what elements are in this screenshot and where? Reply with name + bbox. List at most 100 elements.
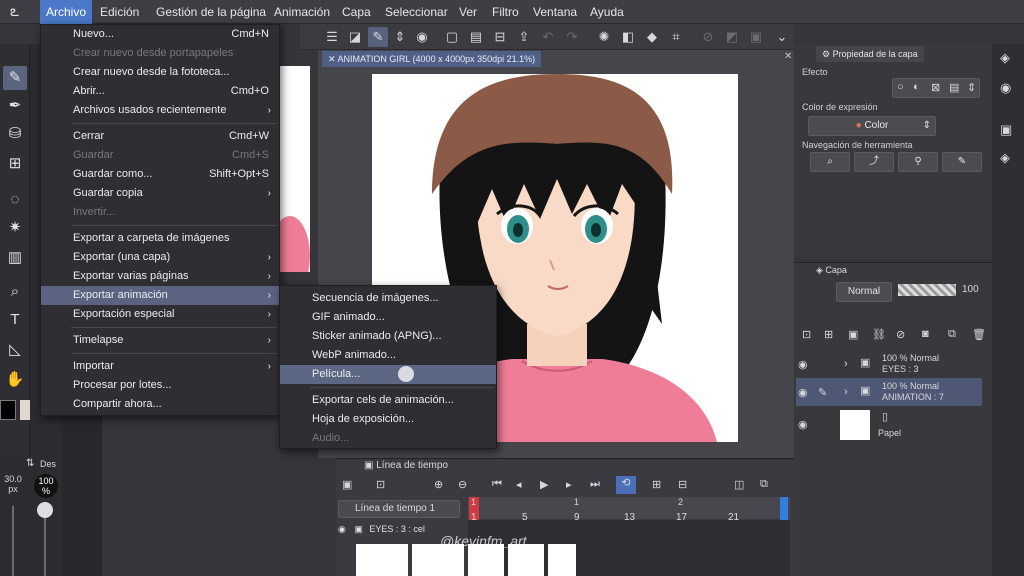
menu-seleccionar[interactable]: Seleccionar — [379, 0, 454, 24]
stepper-icon[interactable]: ⇕ — [390, 27, 410, 47]
layer-color-effect-icon[interactable]: ▤ — [949, 81, 959, 94]
tone-effect-icon[interactable]: ◐ — [913, 81, 920, 93]
invert-selection-icon[interactable]: ◩ — [722, 27, 742, 47]
grid-tool-icon[interactable]: ⊞ — [3, 152, 27, 176]
submenu-item-webp[interactable]: WebP animado... — [280, 346, 496, 365]
submenu-item-pelicula[interactable]: Película... — [280, 365, 496, 384]
opacity-slider[interactable] — [898, 284, 956, 296]
timeline-select[interactable]: Línea de tiempo 1 — [338, 500, 460, 518]
new-vector-layer-icon[interactable]: ⊞ — [824, 328, 833, 341]
menu-item-nuevo[interactable]: Nuevo... Cmd+N — [41, 25, 279, 44]
export-icon[interactable]: ⇪ — [514, 27, 534, 47]
menu-item-importar[interactable]: Importar › — [41, 357, 279, 376]
brush-size-slider[interactable] — [12, 506, 14, 576]
menu-capa[interactable]: Capa — [336, 0, 377, 24]
brush-opacity-display[interactable]: 100 % — [34, 474, 58, 498]
nav-tool-1[interactable]: ⌕ — [810, 152, 850, 172]
layer-row-eyes[interactable]: ◉ › ▣ 100 % Normal EYES : 3 — [796, 350, 982, 378]
menu-archivo[interactable]: Archivo — [40, 0, 93, 24]
expand-chevron-icon[interactable]: › — [844, 358, 848, 370]
layers-dock-icon[interactable]: ◈ — [1000, 150, 1010, 166]
deselect-icon[interactable]: ⊘ — [698, 27, 718, 47]
shape-tool-icon[interactable]: ◺ — [3, 338, 27, 362]
hand-tool-icon[interactable]: ✋ — [3, 368, 27, 392]
menu-item-guardar-copia[interactable]: Guardar copia › — [41, 184, 279, 203]
new-folder-icon[interactable]: ▣ — [848, 328, 858, 341]
link-icon[interactable]: ⛓ — [872, 328, 886, 341]
brush-tool-icon[interactable]: ✒ — [3, 94, 27, 118]
redo-icon[interactable]: ↷ — [562, 27, 582, 47]
thumbnail-5[interactable] — [548, 544, 576, 576]
thumbnail-1[interactable] — [356, 544, 408, 576]
next-frame-icon[interactable]: ▸ — [566, 478, 572, 491]
blend-mode-select[interactable]: Normal — [836, 282, 892, 302]
timeline-title[interactable]: ▣ Línea de tiempo — [364, 460, 448, 471]
menu-item-recientes[interactable]: Archivos usados recientemente › — [41, 101, 279, 120]
selection-border-icon[interactable]: ▣ — [746, 27, 766, 47]
chevron-down-icon[interactable]: ⌄ — [772, 27, 792, 47]
visibility-eye-icon[interactable]: ◉ — [798, 358, 808, 371]
open-folder-icon[interactable]: ▤ — [466, 27, 486, 47]
mask-icon[interactable]: ◙ — [922, 328, 929, 340]
gradient-tool-icon[interactable]: ▥ — [3, 246, 27, 270]
magic-wand-icon[interactable]: ✷ — [3, 216, 27, 240]
document-tab[interactable]: ✕ ANIMATION GIRL (4000 x 4000px 350dpi 2… — [322, 51, 542, 67]
layer-row-paper[interactable]: ◉ ▯ Papel — [796, 408, 982, 442]
last-frame-icon[interactable]: ⏭ — [590, 478, 600, 491]
menu-animacion[interactable]: Animación — [268, 0, 336, 24]
brush-settings-icon[interactable]: ⇅ — [26, 458, 34, 469]
menu-item-exportacion-especial[interactable]: Exportación especial › — [41, 305, 279, 324]
menu-item-compartir[interactable]: Compartir ahora... — [41, 395, 279, 414]
submenu-item-secuencia[interactable]: Secuencia de imágenes... — [280, 289, 496, 308]
zoom-out-icon[interactable]: ⊖ — [458, 478, 467, 491]
foreground-color-swatch[interactable] — [0, 400, 16, 420]
menu-item-exportar-varias[interactable]: Exportar varias páginas › — [41, 267, 279, 286]
brush-size-display[interactable]: 30.0 px — [1, 474, 25, 498]
menu-item-exportar-una-capa[interactable]: Exportar (una capa) › — [41, 248, 279, 267]
brush-tab[interactable]: Des — [40, 459, 56, 469]
submenu-item-apng[interactable]: Sticker animado (APNG)... — [280, 327, 496, 346]
pen-tool-icon[interactable]: ✎ — [3, 66, 27, 90]
loop-icon[interactable]: ⟲ — [616, 476, 636, 494]
new-file-icon[interactable]: ▢ — [442, 27, 462, 47]
layers-tab[interactable]: ◈ Capa — [816, 265, 847, 276]
undo-icon[interactable]: ↶ — [538, 27, 558, 47]
menu-filtro[interactable]: Filtro — [486, 0, 525, 24]
fill-tool-icon[interactable]: ⛁ — [3, 122, 27, 146]
layer-property-tab[interactable]: ⚙ Propiedad de la capa — [816, 46, 924, 62]
new-raster-layer-icon[interactable]: ⊡ — [802, 328, 811, 341]
visibility-eye-icon[interactable]: ◉ — [338, 524, 346, 534]
menu-item-exportar-animacion[interactable]: Exportar animación › — [41, 286, 279, 305]
new-timeline-icon[interactable]: ▣ — [342, 478, 352, 491]
assign-cel-icon[interactable]: ⊟ — [678, 478, 687, 491]
menu-gestion-pagina[interactable]: Gestión de la página — [150, 0, 272, 24]
menu-item-abrir[interactable]: Abrir... Cmd+O — [41, 82, 279, 101]
close-icon[interactable]: ✕ — [784, 51, 792, 62]
end-marker[interactable] — [780, 497, 788, 520]
edit-icon[interactable]: ✎ — [368, 27, 388, 47]
opacity-value[interactable]: 100 — [962, 284, 979, 295]
zoom-in-icon[interactable]: ⊕ — [434, 478, 443, 491]
trash-icon[interactable]: 🗑 — [972, 328, 986, 341]
save-icon[interactable]: ⊟ — [490, 27, 510, 47]
color-dock-icon[interactable]: ◉ — [1000, 80, 1011, 96]
texture-effect-icon[interactable]: ⊠ — [931, 81, 940, 94]
visibility-eye-icon[interactable]: ◉ — [798, 386, 808, 399]
submenu-item-gif[interactable]: GIF animado... — [280, 308, 496, 327]
menu-item-exportar-carpeta[interactable]: Exportar a carpeta de imágenes — [41, 229, 279, 248]
menu-item-timelapse[interactable]: Timelapse › — [41, 331, 279, 350]
zoom-tool-icon[interactable]: ⌕ — [3, 280, 27, 304]
menu-ver[interactable]: Ver — [453, 0, 483, 24]
edit-timeline-icon[interactable]: ⊡ — [376, 478, 385, 491]
menu-icon[interactable]: ☰ — [322, 27, 342, 47]
layer-property-dock-icon[interactable]: ◈ — [1000, 50, 1010, 66]
effect-stepper-icon[interactable]: ⇕ — [967, 81, 976, 94]
clear-icon[interactable]: ◧ — [618, 27, 638, 47]
onion-skin-icon[interactable]: ◫ — [734, 478, 744, 491]
layer-row-animation[interactable]: ◉ ✎ › ▣ 100 % Normal ANIMATION : 7 — [796, 378, 982, 406]
submenu-item-exportar-cels[interactable]: Exportar cels de animación... — [280, 391, 496, 410]
visibility-eye-icon[interactable]: ◉ — [798, 418, 808, 431]
new-cel-icon[interactable]: ⊞ — [652, 478, 661, 491]
transform-icon[interactable]: ◪ — [345, 27, 365, 47]
text-tool-icon[interactable]: T — [3, 308, 27, 332]
